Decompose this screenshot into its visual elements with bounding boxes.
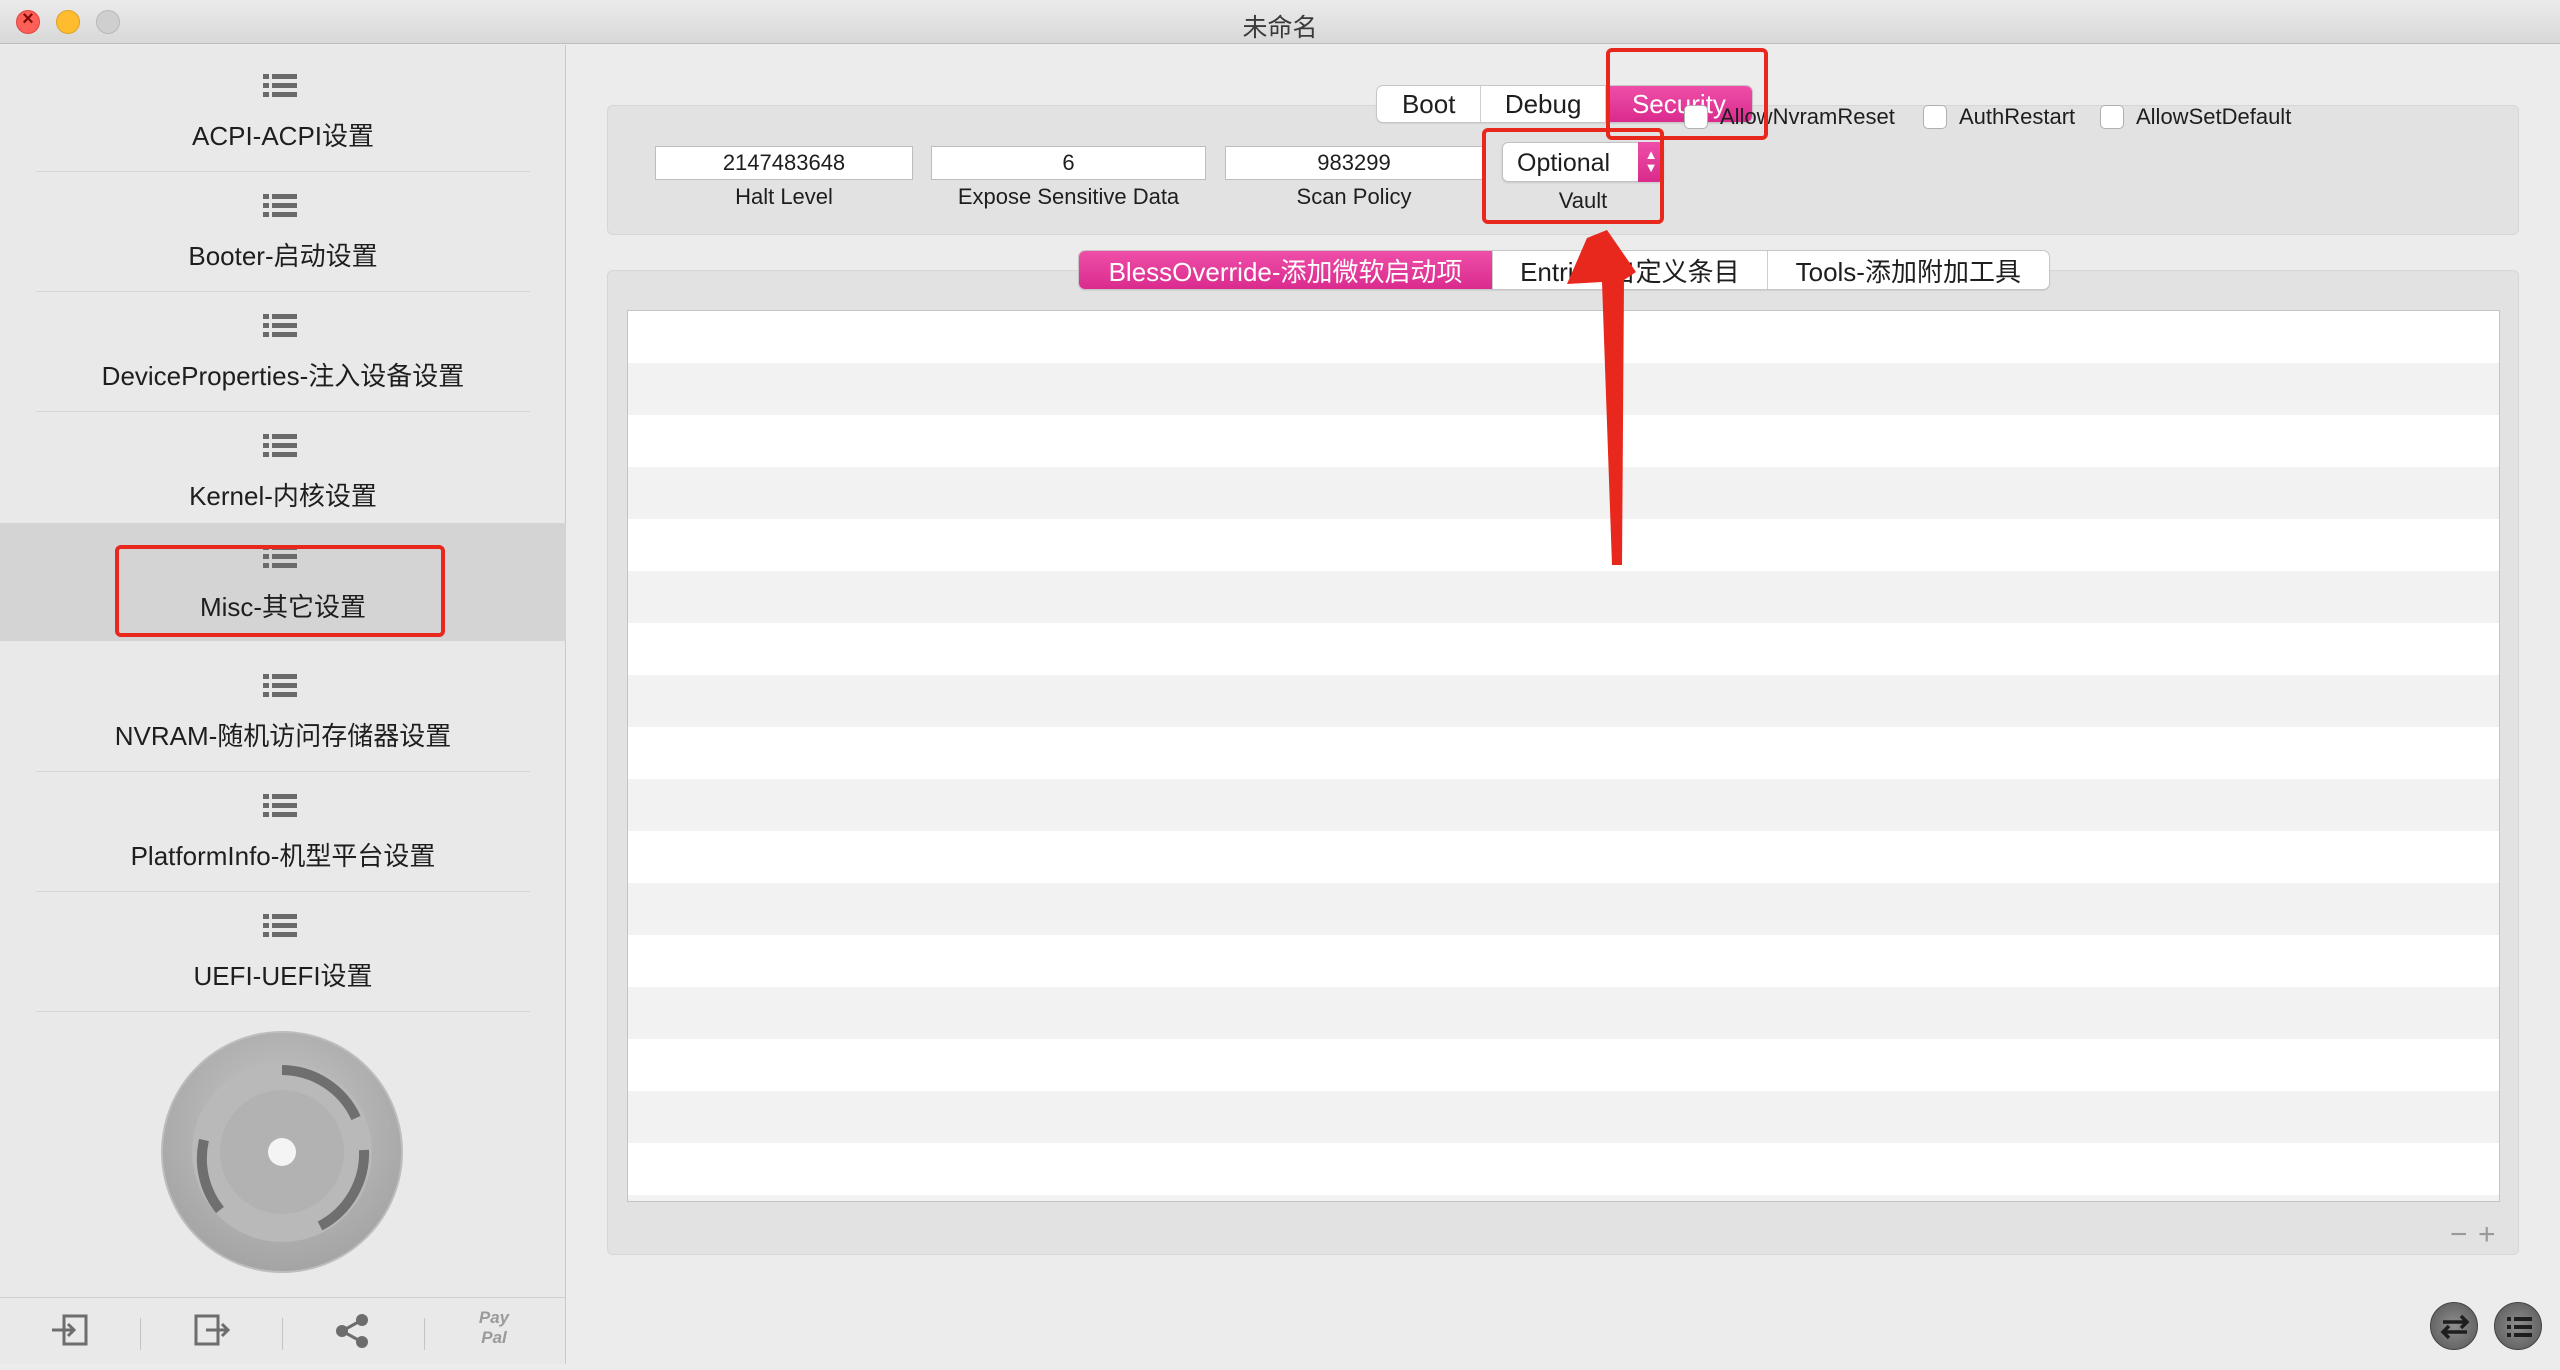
auth-restart-label: AuthRestart <box>1959 104 2076 129</box>
window-title: 未命名 <box>1242 14 1318 42</box>
swap-button[interactable] <box>2430 1302 2478 1350</box>
annotation-box-vault <box>1482 128 1664 224</box>
gear-icon <box>161 1031 403 1273</box>
annotation-box-misc <box>115 545 445 637</box>
import-icon <box>52 1314 88 1346</box>
list-icon <box>263 914 297 937</box>
table-row[interactable] <box>628 987 2499 1039</box>
bless-override-table[interactable] <box>627 310 2500 1202</box>
tab-debug[interactable]: Debug <box>1481 86 1606 122</box>
allow-set-default-checkbox[interactable]: AllowSetDefault <box>2100 104 2291 130</box>
list-icon <box>263 794 297 817</box>
divider <box>36 1011 530 1012</box>
table-row[interactable] <box>628 415 2499 467</box>
paypal-line1: Pay <box>478 1308 510 1327</box>
sidebar-item-label: DeviceProperties-注入设备设置 <box>101 361 465 391</box>
toolbar-divider <box>282 1318 283 1350</box>
list-icon <box>263 194 297 217</box>
toolbar-divider <box>424 1318 425 1350</box>
auth-restart-checkbox[interactable]: AuthRestart <box>1923 104 2075 130</box>
import-button[interactable] <box>18 1298 118 1365</box>
table-row[interactable] <box>628 363 2499 415</box>
table-row[interactable] <box>628 779 2499 831</box>
remove-button[interactable]: − <box>2450 1218 2468 1252</box>
sidebar-item[interactable]: UEFI-UEFI设置 <box>0 892 566 1012</box>
scan-policy-field[interactable]: 983299 <box>1225 146 1483 180</box>
sidebar-item[interactable]: PlatformInfo-机型平台设置 <box>0 772 566 892</box>
halt-level-field[interactable]: 2147483648 <box>655 146 913 180</box>
list-icon <box>263 74 297 97</box>
sidebar-item[interactable]: DeviceProperties-注入设备设置 <box>0 292 566 412</box>
sidebar-item-label: NVRAM-随机访问存储器设置 <box>114 721 452 751</box>
table-row[interactable] <box>628 1091 2499 1143</box>
sidebar-item[interactable]: Booter-启动设置 <box>0 172 566 292</box>
export-button[interactable] <box>162 1298 262 1365</box>
table-row[interactable] <box>628 519 2499 571</box>
table-row[interactable] <box>628 675 2499 727</box>
lower-tab-bar: BlessOverride-添加微软启动项 Entries-自定义条目 Tool… <box>1078 250 2050 290</box>
table-row[interactable] <box>628 623 2499 675</box>
table-row[interactable] <box>628 1143 2499 1195</box>
table-row[interactable] <box>628 935 2499 987</box>
list-view-button[interactable] <box>2494 1302 2542 1350</box>
sidebar-item-label: ACPI-ACPI设置 <box>191 121 375 151</box>
title-bar: 未命名 <box>0 0 2560 44</box>
annotation-box-security <box>1606 48 1768 140</box>
add-button[interactable]: + <box>2478 1218 2496 1252</box>
expose-sensitive-data-label: Expose Sensitive Data <box>957 184 1180 209</box>
table-row[interactable] <box>628 571 2499 623</box>
tab-bless-override[interactable]: BlessOverride-添加微软启动项 <box>1079 251 1494 289</box>
table-row[interactable] <box>628 883 2499 935</box>
halt-level-label: Halt Level <box>735 184 833 209</box>
share-icon <box>336 1314 368 1348</box>
paypal-icon: Pay Pal <box>464 1308 524 1348</box>
checkbox-box[interactable] <box>1923 105 1947 129</box>
table-row[interactable] <box>628 831 2499 883</box>
toolbar-divider <box>140 1318 141 1350</box>
export-icon <box>194 1314 231 1346</box>
sidebar-item-label: Booter-启动设置 <box>188 241 378 271</box>
table-row[interactable] <box>628 727 2499 779</box>
table-row[interactable] <box>628 1195 2499 1201</box>
paypal-button[interactable]: Pay Pal <box>444 1298 544 1365</box>
allow-set-default-label: AllowSetDefault <box>2136 104 2292 129</box>
list-icon <box>263 434 297 457</box>
tab-entries[interactable]: Entries-自定义条目 <box>1493 251 1768 289</box>
table-row[interactable] <box>628 467 2499 519</box>
tab-boot[interactable]: Boot <box>1377 86 1482 122</box>
checkbox-box[interactable] <box>2100 105 2124 129</box>
share-button[interactable] <box>302 1298 402 1365</box>
list-view-icon <box>2507 1317 2532 1337</box>
sidebar: ACPI-ACPI设置 Booter-启动设置 DeviceProperties-注… <box>0 45 566 1364</box>
sidebar-item-label: PlatformInfo-机型平台设置 <box>130 841 436 871</box>
sidebar-item[interactable]: NVRAM-随机访问存储器设置 <box>0 652 566 772</box>
table-row[interactable] <box>628 311 2499 363</box>
scan-policy-label: Scan Policy <box>1296 184 1412 209</box>
sidebar-item-label: Kernel-内核设置 <box>189 481 377 511</box>
list-icon <box>263 674 297 697</box>
tab-tools[interactable]: Tools-添加附加工具 <box>1768 251 2049 289</box>
expose-sensitive-data-field[interactable]: 6 <box>931 146 1206 180</box>
sidebar-item-label: UEFI-UEFI设置 <box>193 961 373 991</box>
paypal-line2: Pal <box>481 1328 507 1347</box>
sidebar-item[interactable]: Kernel-内核设置 <box>0 412 566 532</box>
list-icon <box>263 314 297 337</box>
sidebar-toolbar: Pay Pal <box>0 1297 566 1364</box>
swap-icon <box>2440 1314 2470 1340</box>
sidebar-item[interactable]: ACPI-ACPI设置 <box>0 52 566 172</box>
table-row[interactable] <box>628 1039 2499 1091</box>
